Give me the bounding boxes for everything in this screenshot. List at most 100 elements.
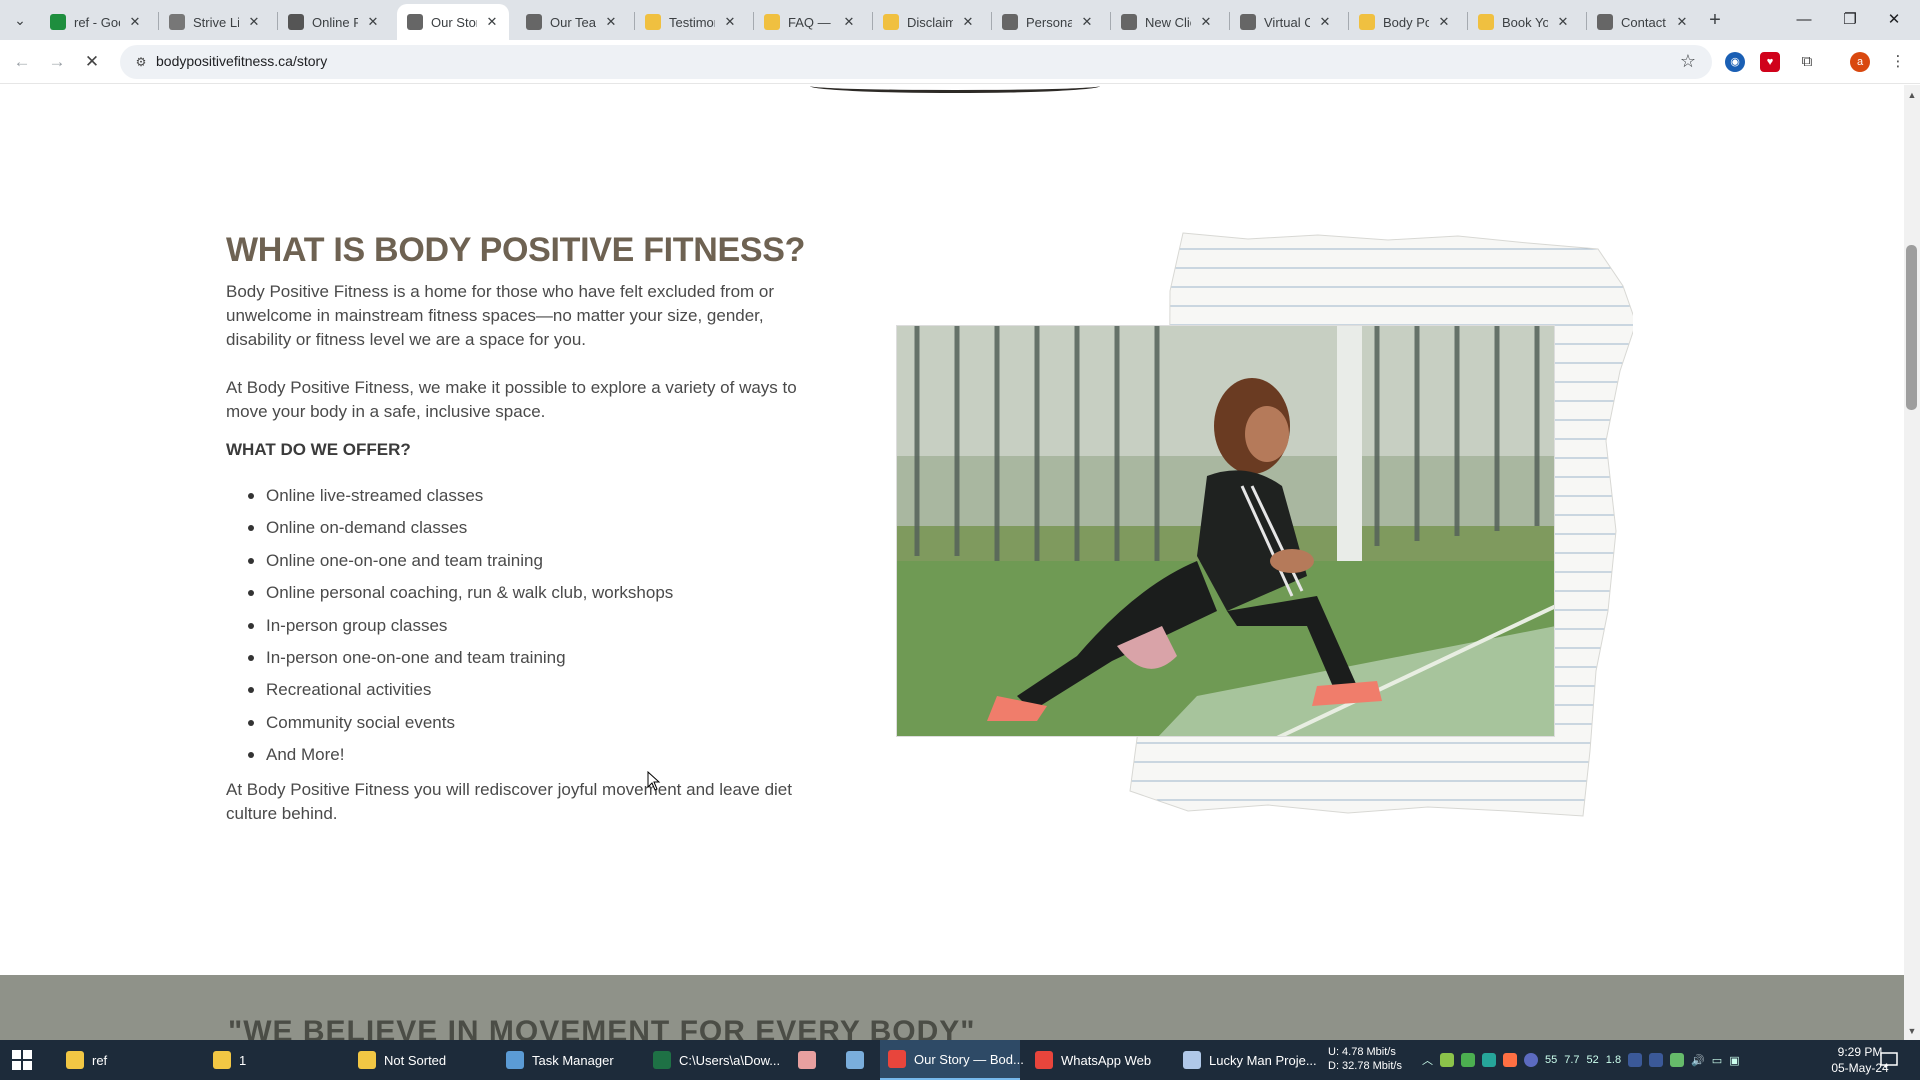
close-tab-icon[interactable]: ✕ <box>723 14 737 30</box>
folder-icon <box>358 1051 376 1069</box>
tab-title: Online F <box>312 14 358 30</box>
browser-tab[interactable]: Contact ✕ <box>1587 4 1699 40</box>
browser-tab[interactable]: Online F ✕ <box>278 4 390 40</box>
close-tab-icon[interactable]: ✕ <box>1556 14 1570 30</box>
tray-app-icon[interactable] <box>1461 1053 1475 1067</box>
new-tab-button[interactable]: + <box>1703 8 1727 32</box>
taskbar-item[interactable] <box>838 1040 878 1080</box>
browser-tab[interactable]: Body Pos ✕ <box>1349 4 1461 40</box>
taskbar-item[interactable]: C:\Users\a\Dow... <box>645 1040 785 1080</box>
taskbar-item-label: 1 <box>239 1052 247 1068</box>
close-tab-icon[interactable]: ✕ <box>1675 14 1689 30</box>
hand-favicon-icon <box>1359 14 1375 30</box>
tray-app-icon[interactable] <box>1670 1053 1685 1067</box>
close-tab-icon[interactable]: ✕ <box>961 14 975 30</box>
taskbar-item[interactable]: WhatsApp Web <box>1027 1040 1167 1080</box>
close-tab-icon[interactable]: ✕ <box>1318 14 1332 30</box>
tray-value: 52 <box>1586 1054 1599 1066</box>
web-page: WHAT IS BODY POSITIVE FITNESS? Body Posi… <box>0 85 1904 1040</box>
browser-tab[interactable]: ref - Goo ✕ <box>40 4 152 40</box>
hand-favicon-icon <box>645 14 661 30</box>
taskbar-item[interactable]: Task Manager <box>498 1040 638 1080</box>
browser-tab[interactable]: Book You ✕ <box>1468 4 1580 40</box>
browser-tab[interactable]: Virtual C ✕ <box>1230 4 1342 40</box>
battery-icon[interactable]: ▭ <box>1712 1054 1722 1067</box>
network-icon[interactable]: ▣ <box>1729 1054 1739 1067</box>
browser-tab[interactable]: Our Tean ✕ <box>516 4 628 40</box>
page-scrollbar[interactable] <box>1904 85 1920 1040</box>
taskbar-item[interactable]: Not Sorted <box>350 1040 490 1080</box>
site-info-icon[interactable]: ⚙ <box>132 53 150 71</box>
tray-app-icon[interactable] <box>1524 1053 1538 1067</box>
windows-start-icon[interactable] <box>12 1050 32 1070</box>
url-text[interactable]: bodypositivefitness.ca/story <box>156 53 327 69</box>
notification-center-icon[interactable] <box>1880 1051 1898 1069</box>
browser-tab[interactable]: New Clie ✕ <box>1111 4 1223 40</box>
close-tab-icon[interactable]: ✕ <box>128 14 142 30</box>
browser-tab[interactable]: FAQ — B ✕ <box>754 4 866 40</box>
loading-spinner-icon <box>407 14 423 30</box>
excel-icon <box>653 1051 671 1069</box>
loading-spinner-icon <box>1597 14 1613 30</box>
bookmark-star-icon[interactable]: ☆ <box>1680 51 1696 72</box>
network-speed: U: 4.78 Mbit/s D: 32.78 Mbit/s <box>1328 1045 1402 1073</box>
tray-value: 7.7 <box>1564 1054 1580 1066</box>
scrollbar-thumb[interactable] <box>1906 245 1917 410</box>
profile-avatar[interactable]: a <box>1850 52 1870 72</box>
taskbar-item[interactable]: ref <box>58 1040 198 1080</box>
close-tab-icon[interactable]: ✕ <box>1199 14 1213 30</box>
taskbar-item-label: Not Sorted <box>384 1052 447 1068</box>
browser-tab[interactable]: Strive Lif ✕ <box>159 4 271 40</box>
notepad-icon <box>846 1051 864 1069</box>
tray-app-icon[interactable] <box>1482 1053 1496 1067</box>
scroll-up-arrow[interactable]: ▲ <box>1905 88 1919 102</box>
close-tab-icon[interactable]: ✕ <box>366 14 380 30</box>
close-tab-icon[interactable]: ✕ <box>1080 14 1094 30</box>
back-button[interactable]: ← <box>10 50 34 74</box>
taskbar-item[interactable]: Lucky Man Proje... <box>1175 1040 1325 1080</box>
close-tab-icon[interactable]: ✕ <box>842 14 856 30</box>
stop-loading-button[interactable]: ✕ <box>80 50 104 74</box>
tab-separator <box>634 12 635 30</box>
forward-button[interactable]: → <box>45 50 69 74</box>
close-tab-icon[interactable]: ✕ <box>485 14 499 30</box>
offer-list-item: Online personal coaching, run & walk clu… <box>226 577 673 609</box>
taskbar-item-label: Lucky Man Proje... <box>1209 1052 1317 1068</box>
visual-studio-icon <box>1183 1051 1201 1069</box>
show-hidden-icons-icon[interactable]: ︿ <box>1422 1052 1433 1068</box>
taskbar-item[interactable]: 1 <box>205 1040 345 1080</box>
extensions-puzzle-icon[interactable]: ⧉ <box>1797 52 1817 72</box>
browser-tab[interactable]: Personal ✕ <box>992 4 1104 40</box>
taskbar-item[interactable]: Our Story — Bod... <box>880 1040 1024 1080</box>
tab-separator <box>872 12 873 30</box>
browser-tab[interactable]: Disclaim ✕ <box>873 4 985 40</box>
shield-extension-icon[interactable]: ♥ <box>1760 52 1780 72</box>
offer-list-item: Recreational activities <box>226 674 673 706</box>
browser-tab[interactable]: Testimon ✕ <box>635 4 747 40</box>
browser-tab[interactable]: Our Story ✕ <box>397 4 509 40</box>
browser-menu-icon[interactable]: ⋮ <box>1888 52 1908 72</box>
minimize-button[interactable]: — <box>1784 6 1824 34</box>
scroll-down-arrow[interactable]: ▼ <box>1905 1024 1919 1038</box>
tab-title: Personal <box>1026 14 1072 30</box>
tab-title: Our Tean <box>550 14 596 30</box>
close-tab-icon[interactable]: ✕ <box>604 14 618 30</box>
loading-spinner-icon <box>1121 14 1137 30</box>
extension-icon[interactable]: ◉ <box>1725 52 1745 72</box>
offer-list-item: Online live-streamed classes <box>226 480 673 512</box>
tray-app-icon[interactable] <box>1440 1053 1454 1067</box>
volume-icon[interactable]: 🔊 <box>1691 1054 1705 1067</box>
search-tray-icon[interactable] <box>1503 1053 1517 1067</box>
folder-icon <box>213 1051 231 1069</box>
closing-paragraph: At Body Positive Fitness you will redisc… <box>226 780 792 823</box>
close-tab-icon[interactable]: ✕ <box>247 14 261 30</box>
offer-list: Online live-streamed classes Online on-de… <box>226 480 673 772</box>
address-bar[interactable]: ⚙ bodypositivefitness.ca/story ☆ <box>120 45 1712 79</box>
close-tab-icon[interactable]: ✕ <box>1437 14 1451 30</box>
tray-app-icon[interactable] <box>1649 1053 1664 1067</box>
taskbar-item[interactable] <box>790 1040 830 1080</box>
tab-search-button[interactable]: ⌄ <box>6 8 34 32</box>
tray-app-icon[interactable] <box>1628 1053 1643 1067</box>
close-window-button[interactable]: ✕ <box>1874 6 1914 34</box>
restore-button[interactable]: ❐ <box>1830 6 1870 34</box>
